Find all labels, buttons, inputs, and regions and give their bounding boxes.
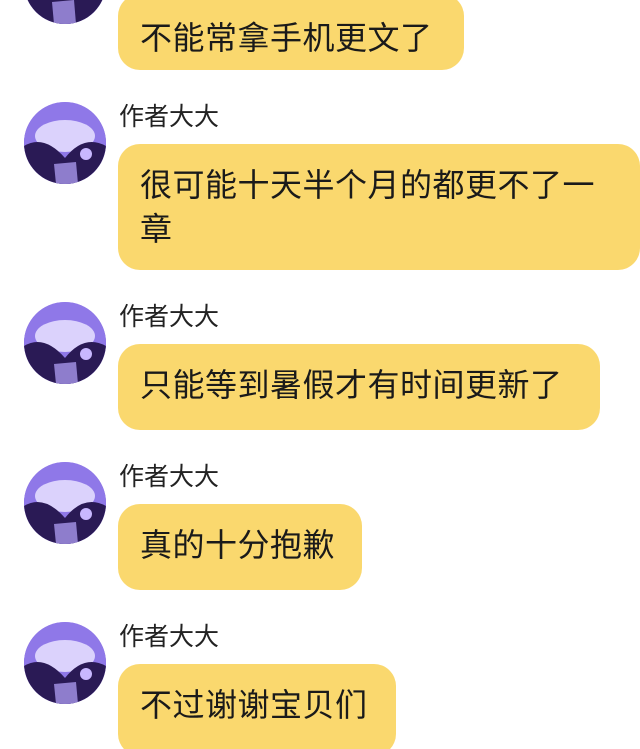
message-bubble[interactable]: 不过谢谢宝贝们	[118, 664, 396, 749]
sender-name: 作者大大	[119, 102, 220, 131]
avatar-image-icon	[24, 0, 106, 24]
avatar[interactable]	[24, 102, 106, 184]
avatar-image-icon	[24, 302, 106, 384]
message-bubble[interactable]: 真的十分抱歉	[118, 504, 362, 590]
avatar[interactable]	[24, 302, 106, 384]
avatar-image-icon	[24, 622, 106, 704]
chat-thread[interactable]: 不能常拿手机更文了 作者大大 很可能十天半个月的都更不了一章 作者大大 只能等到…	[0, 0, 640, 749]
message-bubble[interactable]: 只能等到暑假才有时间更新了	[118, 344, 600, 430]
avatar[interactable]	[24, 0, 106, 24]
avatar-image-icon	[24, 462, 106, 544]
message-bubble[interactable]: 不能常拿手机更文了	[118, 0, 464, 70]
sender-name: 作者大大	[119, 622, 220, 651]
message-bubble[interactable]: 很可能十天半个月的都更不了一章	[118, 144, 640, 270]
avatar[interactable]	[24, 622, 106, 704]
avatar-image-icon	[24, 102, 106, 184]
avatar[interactable]	[24, 462, 106, 544]
sender-name: 作者大大	[119, 302, 220, 331]
sender-name: 作者大大	[119, 462, 220, 491]
